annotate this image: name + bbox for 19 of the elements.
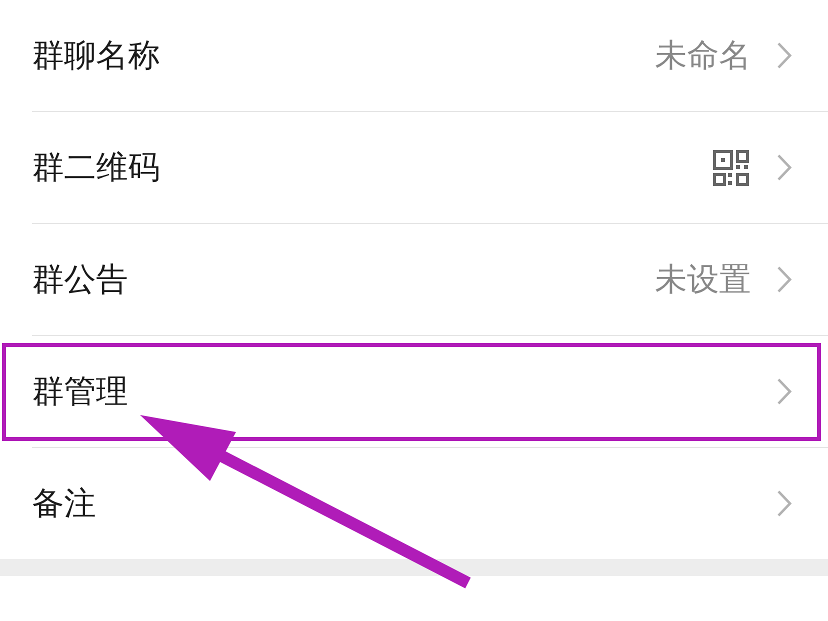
settings-row[interactable]: 群公告 未设置 bbox=[0, 224, 828, 336]
chevron-right-icon bbox=[777, 490, 792, 517]
settings-row[interactable]: 群二维码 bbox=[0, 112, 828, 224]
settings-row[interactable]: 备注 bbox=[0, 448, 828, 559]
row-value: 未设置 bbox=[655, 258, 751, 300]
row-label: 群公告 bbox=[32, 258, 129, 300]
row-label: 群管理 bbox=[32, 370, 129, 412]
row-label: 群聊名称 bbox=[32, 34, 161, 76]
settings-row[interactable]: 群聊名称 未命名 bbox=[0, 0, 828, 112]
chevron-right-icon bbox=[777, 378, 792, 405]
settings-row[interactable]: 群管理 bbox=[0, 336, 828, 448]
chevron-right-icon bbox=[777, 154, 792, 181]
row-label: 备注 bbox=[32, 482, 97, 524]
row-label: 群二维码 bbox=[32, 146, 161, 188]
settings-row[interactable] bbox=[0, 576, 828, 621]
row-value: 未命名 bbox=[655, 34, 751, 76]
chevron-right-icon bbox=[777, 42, 792, 69]
qr-code-icon bbox=[713, 150, 749, 186]
chevron-right-icon bbox=[777, 266, 792, 293]
